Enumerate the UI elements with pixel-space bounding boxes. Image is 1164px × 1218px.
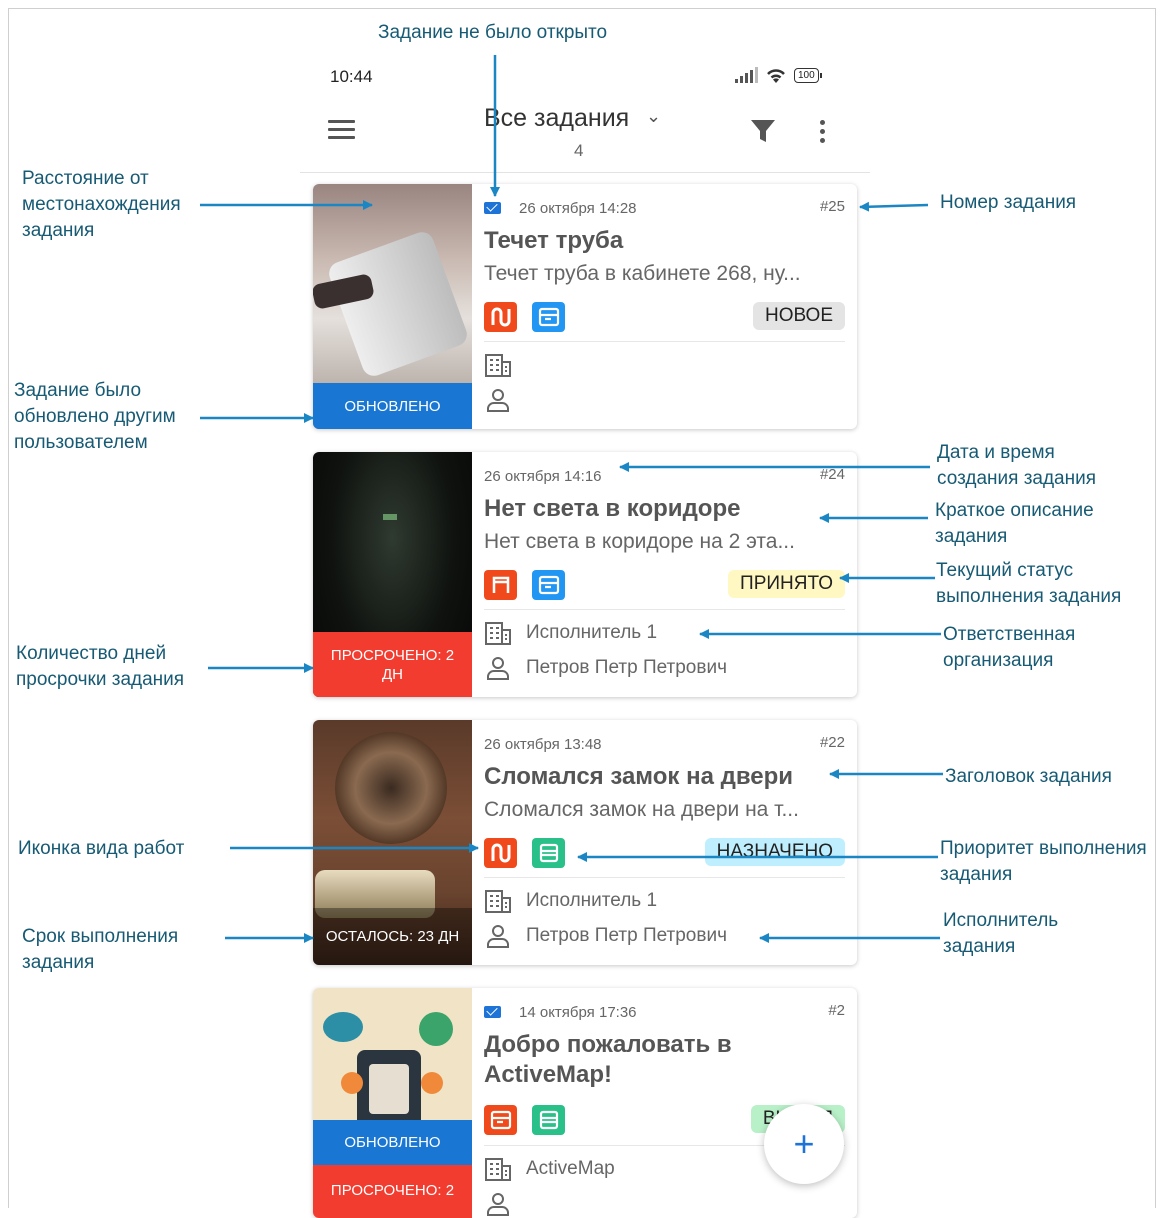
- annotation-arrows: [200, 55, 943, 943]
- arrow-task-number: [859, 201, 929, 212]
